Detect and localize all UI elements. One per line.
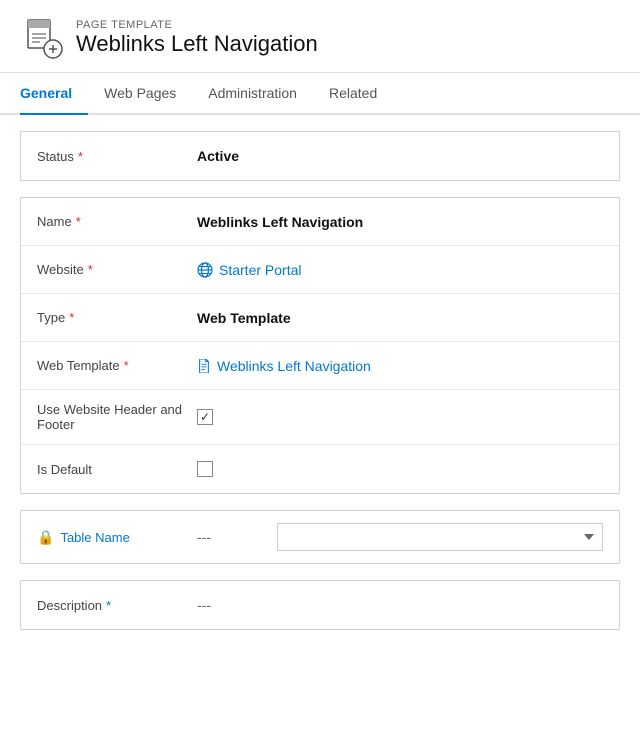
header-text-group: PAGE TEMPLATE Weblinks Left Navigation [76,19,318,57]
web-template-field-row: Web Template * Weblinks Left Navigation [21,342,619,390]
status-value: Active [197,148,603,164]
table-name-section: 🔒 Table Name --- [20,510,620,564]
type-value: Web Template [197,310,603,326]
is-default-label: Is Default [37,462,197,477]
tab-administration[interactable]: Administration [192,73,313,115]
is-default-checkbox[interactable] [197,461,213,477]
use-website-checkbox[interactable] [197,409,213,425]
tab-related[interactable]: Related [313,73,393,115]
description-required-star: * [106,598,111,613]
description-label: Description * [37,598,197,613]
status-required-star: * [78,149,83,164]
name-value: Weblinks Left Navigation [197,214,603,230]
web-template-required-star: * [124,358,129,373]
tab-web-pages[interactable]: Web Pages [88,73,192,115]
document-icon [197,359,211,373]
tab-general[interactable]: General [20,73,88,115]
table-name-row: 🔒 Table Name --- [21,511,619,563]
is-default-field-row: Is Default [21,445,619,493]
status-label: Status * [37,149,197,164]
status-field-row: Status * Active [21,132,619,180]
main-content: Status * Active Name * Weblinks Left Nav… [0,115,640,646]
use-website-label: Use Website Header and Footer [37,402,197,432]
name-field-row: Name * Weblinks Left Navigation [21,198,619,246]
name-label: Name * [37,214,197,229]
description-field-row: Description * --- [21,581,619,629]
description-section: Description * --- [20,580,620,630]
page-header: PAGE TEMPLATE Weblinks Left Navigation [0,0,640,73]
status-section: Status * Active [20,131,620,181]
web-template-value[interactable]: Weblinks Left Navigation [197,358,603,374]
table-name-select[interactable] [277,523,603,551]
page-template-icon [20,16,64,60]
type-label: Type * [37,310,197,325]
use-website-value [197,409,603,425]
type-field-row: Type * Web Template [21,294,619,342]
header-title: Weblinks Left Navigation [76,31,318,57]
globe-icon [197,262,213,278]
lock-icon: 🔒 [37,529,54,546]
table-name-label: 🔒 Table Name [37,529,197,546]
use-website-field-row: Use Website Header and Footer [21,390,619,445]
website-field-row: Website * Starter Portal [21,246,619,294]
type-required-star: * [69,310,74,325]
details-section: Name * Weblinks Left Navigation Website … [20,197,620,494]
name-required-star: * [76,214,81,229]
website-value[interactable]: Starter Portal [197,262,603,278]
web-template-label: Web Template * [37,358,197,373]
is-default-value [197,461,603,477]
header-subtitle: PAGE TEMPLATE [76,19,318,31]
description-value: --- [197,597,211,613]
website-label: Website * [37,262,197,277]
tab-bar: General Web Pages Administration Related [0,73,640,115]
website-required-star: * [88,262,93,277]
table-name-dash: --- [197,529,277,545]
